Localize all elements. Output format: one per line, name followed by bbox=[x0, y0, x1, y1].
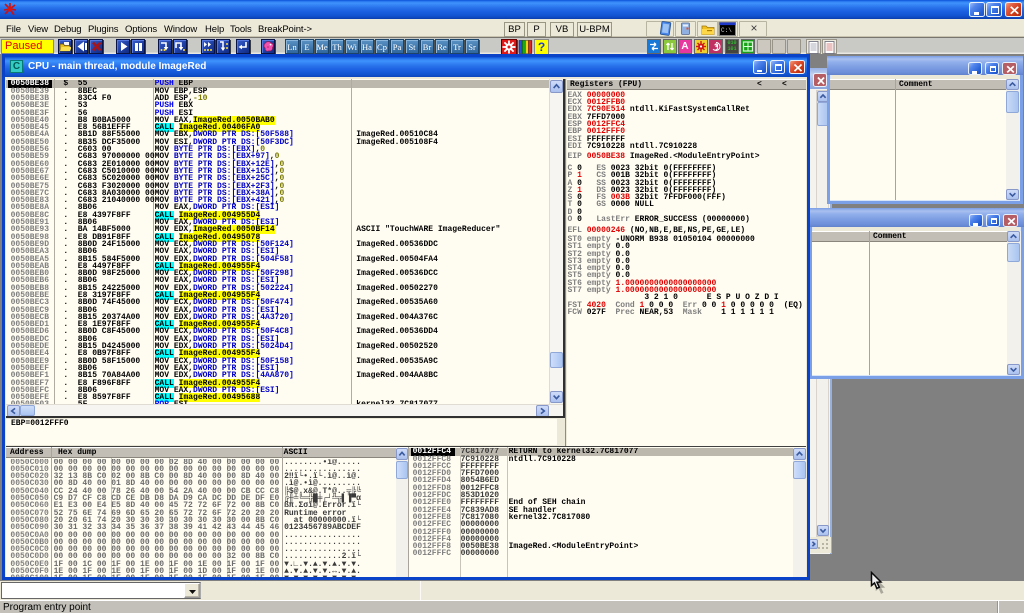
svg-text:C:\: C:\ bbox=[721, 27, 732, 34]
